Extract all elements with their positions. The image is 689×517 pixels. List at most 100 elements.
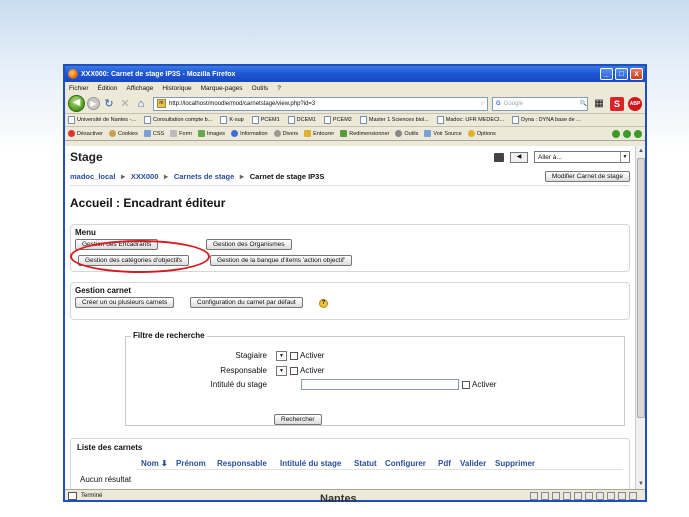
dev-tools[interactable]: Outils [395, 130, 418, 137]
bookmark-item[interactable]: Dyna : DYNA base de ... [512, 116, 581, 124]
intitule-input[interactable] [301, 379, 459, 390]
stagiaire-activate-checkbox[interactable] [290, 352, 298, 360]
col-configurer[interactable]: Configurer [385, 459, 426, 468]
jump-to-select[interactable]: Aller à... ▼ [534, 151, 630, 163]
jump-back-button[interactable]: ◀ [510, 151, 528, 163]
status-tool-icon[interactable] [629, 492, 637, 500]
col-prenom[interactable]: Prénom [176, 459, 206, 468]
bookmark-item[interactable]: Consultation compte b... [144, 116, 212, 124]
maximize-button[interactable]: □ [615, 68, 628, 80]
page-info-icon[interactable]: ▦ [592, 97, 606, 111]
menu-historique[interactable]: Historique [162, 85, 191, 92]
dev-cookies[interactable]: Cookies [108, 130, 138, 137]
status-tool-icon[interactable] [552, 492, 560, 500]
browser-window: XXX000: Carnet de stage IP3S - Mozilla F… [63, 64, 647, 502]
bookmark-item[interactable]: PCEM1 [251, 116, 280, 124]
responsable-select[interactable]: ▼ [276, 366, 287, 376]
scroll-down-icon[interactable]: ▼ [636, 479, 645, 489]
check-icon[interactable] [634, 129, 642, 138]
filter-legend: Filtre de recherche [131, 331, 207, 340]
status-tool-icon[interactable] [618, 492, 626, 500]
col-statut[interactable]: Statut [354, 459, 377, 468]
url-text: http://localhost/moodle/mod/carnetstage/… [169, 100, 316, 107]
search-button[interactable]: Rechercher [274, 414, 322, 425]
manage-organisms-button[interactable]: Gestion des Organismes [206, 239, 292, 250]
menu-affichage[interactable]: Affichage [126, 85, 153, 92]
search-engine-icon[interactable]: G [496, 101, 501, 107]
home-icon[interactable]: ⌂ [134, 98, 148, 110]
status-tool-icon[interactable] [607, 492, 615, 500]
bookmark-label: DCEM1 [296, 117, 316, 123]
dev-label: Entourer [313, 130, 335, 137]
bookmark-item[interactable]: Université de Nantes -... [68, 116, 136, 124]
dev-form[interactable]: Form [170, 130, 192, 137]
chevron-down-icon: ▼ [620, 152, 629, 162]
menu-fichier[interactable]: Fichier [69, 85, 89, 92]
status-tool-icon[interactable] [563, 492, 571, 500]
breadcrumb-link[interactable]: Carnets de stage [174, 172, 234, 181]
bookmark-item[interactable]: Madoc: UFR MEDECI... [436, 116, 504, 124]
default-config-button[interactable]: Configuration du carnet par défaut [190, 297, 303, 308]
breadcrumb-link[interactable]: XXX000 [131, 172, 159, 181]
scroll-up-icon[interactable]: ▲ [636, 146, 645, 156]
col-valider[interactable]: Valider [460, 459, 486, 468]
menu-edition[interactable]: Édition [98, 85, 118, 92]
responsable-activate-checkbox[interactable] [290, 367, 298, 375]
dev-divers[interactable]: Divers [273, 130, 298, 137]
options-icon [467, 130, 475, 137]
intitule-activate-checkbox[interactable] [462, 381, 470, 389]
col-supprimer[interactable]: Supprimer [495, 459, 535, 468]
dev-outline[interactable]: Entourer [304, 130, 334, 137]
bookmark-item[interactable]: Master 1 Sciences biol... [359, 116, 429, 124]
back-button[interactable]: ◀ [68, 95, 85, 112]
bookmark-item[interactable]: K-sup [220, 116, 244, 124]
dev-label: Voir Source [433, 130, 462, 137]
col-nom[interactable]: Nom ⬇ [141, 459, 168, 468]
col-pdf[interactable]: Pdf [438, 459, 451, 468]
dev-label: Form [179, 130, 193, 137]
stagiaire-select[interactable]: ▼ [276, 351, 287, 361]
bookmark-item[interactable]: PCEM2 [323, 116, 352, 124]
status-tool-icon[interactable] [541, 492, 549, 500]
adblock-icon[interactable]: ABP [628, 96, 642, 111]
search-icon[interactable]: 🔍 [580, 100, 587, 107]
vertical-scrollbar[interactable]: ▲ ▼ [635, 146, 645, 489]
check-icon[interactable] [623, 129, 631, 138]
dev-images[interactable]: Images [198, 130, 225, 137]
status-tool-icon[interactable] [585, 492, 593, 500]
dev-view-source[interactable]: Voir Source [424, 130, 462, 137]
check-icon[interactable] [612, 129, 620, 138]
search-input[interactable]: G Google 🔍 [492, 96, 588, 111]
help-icon[interactable]: ? [319, 299, 328, 308]
stop-icon[interactable]: ✕ [118, 97, 132, 110]
scrollbar-thumb[interactable] [637, 158, 645, 418]
col-intitule[interactable]: Intitulé du stage [280, 459, 341, 468]
status-tool-icon[interactable] [530, 492, 538, 500]
reload-icon[interactable]: ↻ [102, 97, 116, 110]
addon-s-icon[interactable]: S [610, 96, 624, 111]
breadcrumb-link[interactable]: madoc_local [70, 172, 115, 181]
dev-disable[interactable]: Désactiver [68, 130, 103, 137]
manage-action-items-button[interactable]: Gestion de la banque d'items 'action obj… [210, 255, 353, 266]
menu-marque-pages[interactable]: Marque-pages [201, 85, 243, 92]
dev-css[interactable]: CSS [143, 130, 164, 137]
status-tool-icon[interactable] [574, 492, 582, 500]
dev-label: Redimensionner [349, 130, 390, 137]
menu-outils[interactable]: Outils [252, 85, 269, 92]
menu-help[interactable]: ? [277, 85, 281, 92]
dev-resize[interactable]: Redimensionner [340, 130, 389, 137]
bookmark-star-icon[interactable]: ☆ [480, 100, 485, 107]
edit-icon[interactable] [494, 152, 504, 162]
col-responsable[interactable]: Responsable [217, 459, 267, 468]
dev-options[interactable]: Options [467, 130, 496, 137]
url-bar[interactable]: m http://localhost/moodle/mod/carnetstag… [153, 96, 488, 111]
status-tool-icon[interactable] [596, 492, 604, 500]
close-button[interactable]: x [630, 68, 643, 80]
bookmark-item[interactable]: DCEM1 [287, 116, 316, 124]
minimize-button[interactable]: _ [600, 68, 613, 80]
modify-carnet-button[interactable]: Modifier Carnet de stage [544, 170, 630, 182]
create-carnets-button[interactable]: Créer un ou plusieurs carnets [75, 297, 175, 308]
window-titlebar[interactable]: XXX000: Carnet de stage IP3S - Mozilla F… [65, 66, 645, 82]
forward-button[interactable]: ▶ [87, 97, 100, 110]
dev-information[interactable]: Information [231, 130, 268, 137]
